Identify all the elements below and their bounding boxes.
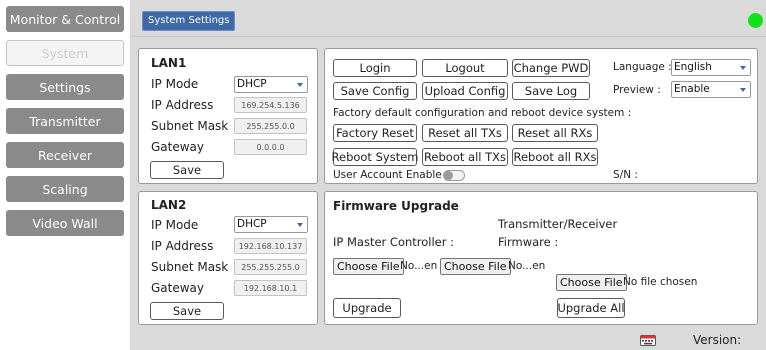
lan2-subnet-label: Subnet Mask (151, 260, 229, 274)
user-account-toggle[interactable] (443, 170, 465, 181)
transmitter-receiver-label: Transmitter/Receiver (498, 217, 618, 231)
toggle-knob (444, 171, 453, 180)
main-area: System Settings LAN1 IP Mode DHCP IP Add… (130, 0, 766, 350)
sidebar-item-label: System (41, 45, 89, 61)
upload-config-button[interactable]: Upload Config (422, 82, 508, 100)
lan1-ip-address-field: 169.254.5.136 (234, 97, 307, 113)
user-account-label: User Account Enable : (333, 169, 449, 181)
sidebar-item-settings[interactable]: Settings (6, 74, 124, 100)
lan2-gateway-label: Gateway (151, 281, 205, 295)
sidebar-item-label: Receiver (37, 147, 93, 163)
choose-file-firmware-button[interactable]: Choose File (440, 258, 511, 275)
sidebar-item-receiver[interactable]: Receiver (6, 142, 124, 168)
sidebar-item-scaling[interactable]: Scaling (6, 176, 124, 202)
version-label: Version: (693, 333, 742, 347)
sidebar-item-label: Transmitter (29, 113, 101, 129)
chevron-down-icon (740, 66, 746, 70)
lan2-panel: LAN2 IP Mode DHCP IP Address 192.168.10.… (138, 191, 318, 325)
status-indicator (748, 13, 763, 28)
lan1-subnet-label: Subnet Mask (151, 119, 229, 133)
sidebar-item-transmitter[interactable]: Transmitter (6, 108, 124, 134)
lan2-ip-mode-select[interactable]: DHCP (234, 216, 308, 233)
lan1-title: LAN1 (151, 56, 187, 70)
upgrade-button[interactable]: Upgrade (333, 298, 401, 318)
reboot-all-txs-button[interactable]: Reboot all TXs (422, 148, 508, 166)
change-pwd-button[interactable]: Change PWD (512, 59, 590, 77)
file-status-master: No...en (400, 260, 438, 272)
lan1-subnet-field: 255.255.0.0 (234, 118, 307, 134)
page-title: System Settings (142, 11, 236, 31)
keyboard-icon[interactable] (640, 335, 656, 346)
preview-value: Enable (674, 83, 710, 95)
upgrade-all-button[interactable]: Upgrade All (557, 298, 625, 318)
serial-number-label: S/N : (613, 169, 638, 181)
chevron-down-icon (297, 223, 303, 227)
lan1-ip-mode-value: DHCP (237, 78, 267, 90)
factory-reset-button[interactable]: Factory Reset (333, 124, 417, 142)
lan2-ip-address-field: 192.168.10.137 (234, 238, 307, 254)
lan1-gateway-field: 0.0.0.0 (234, 139, 307, 155)
lan1-gateway-label: Gateway (151, 140, 205, 154)
lan2-ip-address-label: IP Address (151, 239, 214, 253)
lan2-gateway-field: 192.168.10.1 (234, 280, 307, 296)
lan1-ip-address-label: IP Address (151, 98, 214, 112)
reboot-system-button[interactable]: Reboot System (332, 148, 418, 166)
firmware-panel: Firmware Upgrade Transmitter/Receiver IP… (324, 191, 758, 325)
lan1-ip-mode-select[interactable]: DHCP (234, 76, 308, 93)
lan2-save-button[interactable]: Save (150, 302, 224, 320)
sidebar-item-label: Scaling (42, 181, 88, 197)
choose-file-tr-button[interactable]: Choose File (556, 274, 627, 291)
footer-bar: Version: (130, 330, 766, 350)
lan2-ip-mode-label: IP Mode (151, 218, 199, 232)
chevron-down-icon (740, 88, 746, 92)
firmware-title: Firmware Upgrade (333, 199, 459, 213)
preview-label: Preview : (613, 84, 661, 96)
language-value: English (674, 61, 712, 73)
lan1-save-button[interactable]: Save (150, 161, 224, 179)
save-config-button[interactable]: Save Config (333, 82, 417, 100)
language-select[interactable]: English (671, 59, 751, 76)
header-bar: System Settings (130, 0, 766, 37)
login-button[interactable]: Login (333, 59, 417, 77)
system-panel: Login Logout Change PWD Save Config Uplo… (324, 48, 758, 184)
reboot-all-rxs-button[interactable]: Reboot all RXs (512, 148, 598, 166)
preview-select[interactable]: Enable (671, 81, 751, 98)
chevron-down-icon (297, 83, 303, 87)
ip-master-controller-label: IP Master Controller : (333, 235, 455, 249)
logout-button[interactable]: Logout (422, 59, 508, 77)
lan2-subnet-field: 255.255.255.0 (234, 259, 307, 275)
sidebar-item-label: Monitor & Control (9, 11, 121, 27)
sidebar-item-label: Settings (39, 79, 91, 95)
factory-default-text: Factory default configuration and reboot… (333, 107, 632, 119)
firmware-label: Firmware : (498, 235, 559, 249)
lan2-ip-mode-value: DHCP (237, 218, 267, 230)
language-label: Language : (613, 61, 672, 73)
sidebar: Monitor & Control System Settings Transm… (0, 0, 130, 350)
file-status-tr: No file chosen (623, 276, 698, 288)
sidebar-item-system[interactable]: System (6, 40, 124, 66)
save-log-button[interactable]: Save Log (512, 82, 590, 100)
lan1-ip-mode-label: IP Mode (151, 77, 199, 91)
sidebar-item-video-wall[interactable]: Video Wall (6, 210, 124, 236)
sidebar-item-monitor-control[interactable]: Monitor & Control (6, 6, 124, 32)
choose-file-master-button[interactable]: Choose File (333, 258, 404, 275)
reset-all-txs-button[interactable]: Reset all TXs (422, 124, 508, 142)
file-status-firmware: No...en (508, 260, 546, 272)
sidebar-item-label: Video Wall (32, 215, 98, 231)
lan2-title: LAN2 (151, 198, 187, 212)
lan1-panel: LAN1 IP Mode DHCP IP Address 169.254.5.1… (138, 48, 318, 184)
reset-all-rxs-button[interactable]: Reset all RXs (512, 124, 598, 142)
